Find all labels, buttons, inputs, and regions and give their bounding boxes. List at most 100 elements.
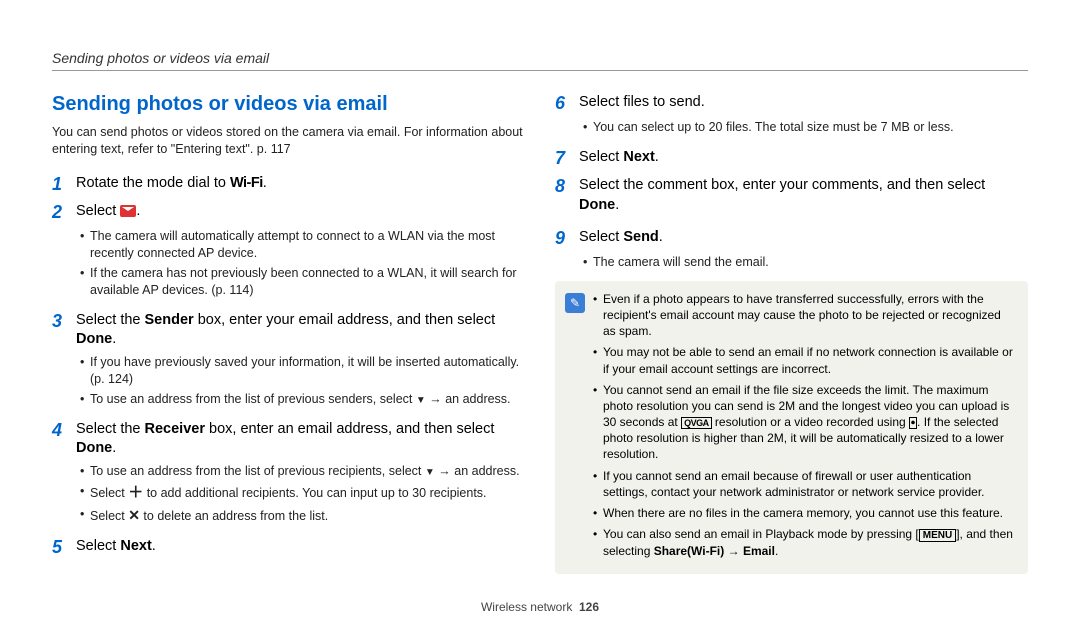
step-number: 2 [52,200,68,224]
step-text: Rotate the mode dial to [76,175,230,191]
text: → an address. [435,464,520,478]
step-text: . [659,229,663,245]
step-number: 5 [52,535,68,559]
plus-icon: ＋ [128,484,143,501]
note-item: When there are no files in the camera me… [593,505,1016,521]
header-rule [52,70,1028,71]
step-number: 3 [52,309,68,333]
step-text: . [655,149,659,165]
wifi-icon: Wi-Fi [230,175,263,191]
left-column: Sending photos or videos via email You c… [52,91,525,574]
step-9-sublist: The camera will send the email. [555,254,1028,271]
text: to add additional recipients. You can in… [143,486,486,500]
page-footer: Wireless network 126 [0,600,1080,614]
bold-label: Done [76,331,112,347]
bold-label: Send [623,229,658,245]
list-item: If the camera has not previously been co… [80,265,525,299]
step-7: 7 Select Next. [555,146,1028,170]
step-text: . [136,203,140,219]
qvga-icon: QVGA [681,417,712,429]
step-number: 1 [52,172,68,196]
step-number: 4 [52,418,68,442]
step-text: box, enter an email address, and then se… [205,421,494,437]
footer-section: Wireless network [481,600,572,614]
list-item: To use an address from the list of previ… [80,391,525,408]
step-text: Select the [76,312,145,328]
record-icon: ⏺ [909,417,917,430]
x-icon: ✕ [128,507,140,523]
text: Select [90,509,128,523]
list-item: You can select up to 20 files. The total… [583,119,1028,136]
step-text: . [152,538,156,554]
step-number: 9 [555,226,571,250]
text: You can also send an email in Playback m… [603,527,919,541]
step-4-sublist: To use an address from the list of previ… [52,463,525,525]
bold-label: Sender [145,312,194,328]
intro-text: You can send photos or videos stored on … [52,124,525,158]
step-text: Select [76,203,120,219]
step-text: Select files to send. [579,91,1028,113]
step-text: . [112,331,116,347]
step-text: Select the comment box, enter your comme… [579,177,985,193]
step-text: . [263,175,267,191]
step-5: 5 Select Next. [52,535,525,559]
bold-label: Email [743,544,775,558]
step-6: 6 Select files to send. [555,91,1028,115]
text: to delete an address from the list. [140,509,328,523]
list-item: Select ✕ to delete an address from the l… [80,506,525,525]
note-item: You may not be able to send an email if … [593,344,1016,376]
step-number: 6 [555,91,571,115]
step-text: Select [579,229,623,245]
step-2: 2 Select . [52,200,525,224]
bold-label: Done [579,197,615,213]
list-item: To use an address from the list of previ… [80,463,525,480]
right-column: 6 Select files to send. You can select u… [555,91,1028,574]
note-box: ✎ Even if a photo appears to have transf… [555,281,1028,574]
text: resolution or a video recorded using [712,415,909,429]
list-item: If you have previously saved your inform… [80,354,525,388]
text: → [724,544,743,558]
note-list: Even if a photo appears to have transfer… [593,291,1016,564]
step-3-sublist: If you have previously saved your inform… [52,354,525,408]
list-item: Select ＋ to add additional recipients. Y… [80,483,525,503]
step-text: Select the [76,421,145,437]
down-triangle-icon [416,392,426,406]
bold-label: Next [623,149,654,165]
email-icon [120,205,136,217]
text: Select [90,486,128,500]
step-text: . [112,440,116,456]
list-item: The camera will automatically attempt to… [80,228,525,262]
step-6-sublist: You can select up to 20 files. The total… [555,119,1028,136]
text: To use an address from the list of previ… [90,392,416,406]
step-text: box, enter your email address, and then … [194,312,495,328]
text: → an address. [426,392,511,406]
step-number: 7 [555,146,571,170]
bold-label: Next [120,538,151,554]
note-item: You cannot send an email if the file siz… [593,382,1016,463]
bold-label: Receiver [145,421,205,437]
step-9: 9 Select Send. [555,226,1028,250]
note-icon: ✎ [565,293,585,313]
text: To use an address from the list of previ… [90,464,425,478]
step-1: 1 Rotate the mode dial to Wi-Fi. [52,172,525,196]
step-number: 8 [555,174,571,198]
step-text: . [615,197,619,213]
list-item: The camera will send the email. [583,254,1028,271]
step-text: Select [76,538,120,554]
note-item: If you cannot send an email because of f… [593,468,1016,500]
text: . [775,544,778,558]
step-4: 4 Select the Receiver box, enter an emai… [52,418,525,459]
running-header: Sending photos or videos via email [52,50,1028,66]
bold-label: Share(Wi-Fi) [654,544,725,558]
note-item: Even if a photo appears to have transfer… [593,291,1016,340]
page-number: 126 [579,600,599,614]
step-8: 8 Select the comment box, enter your com… [555,174,1028,215]
note-item: You can also send an email in Playback m… [593,526,1016,559]
step-2-sublist: The camera will automatically attempt to… [52,228,525,299]
step-3: 3 Select the Sender box, enter your emai… [52,309,525,350]
bold-label: Done [76,440,112,456]
menu-button-icon: MENU [919,529,956,542]
step-text: Select [579,149,623,165]
section-title: Sending photos or videos via email [52,91,525,118]
down-triangle-icon [425,464,435,478]
